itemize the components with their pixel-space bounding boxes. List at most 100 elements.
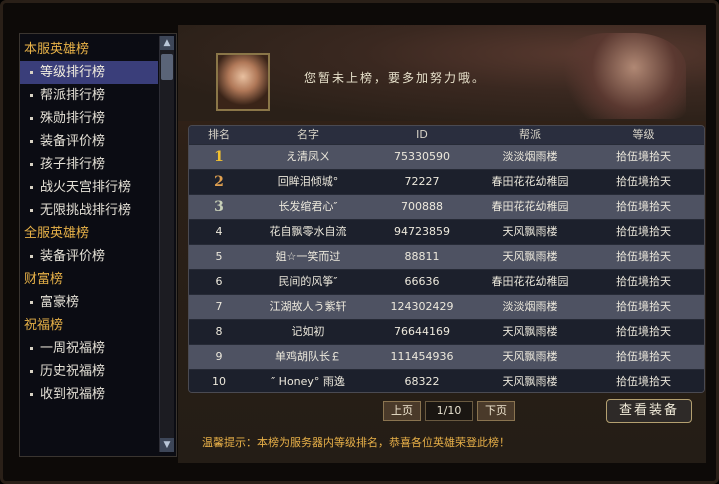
level-cell: 拾伍境拾天 xyxy=(616,375,671,388)
table-row[interactable]: 4 花自飘零水自流 94723859 天风飘雨楼 拾伍境拾天 xyxy=(189,219,704,244)
rank-medal-icon: 3 xyxy=(214,199,224,215)
rank-cell: 5 xyxy=(215,250,223,263)
ranking-panel: 您暂未上榜，要多加努力哦。 排名 名字 ID 帮派 等级 1 え清凤ㄨ 753305… xyxy=(178,25,706,463)
sidebar-item-label: 历史祝福榜 xyxy=(40,364,106,379)
name-cell: 记如初 xyxy=(291,325,325,338)
sidebar-item-label: 收到祝福榜 xyxy=(40,387,106,402)
level-cell: 拾伍境拾天 xyxy=(616,300,671,313)
name-cell: 江湖故人う紫轩 xyxy=(269,300,347,313)
sidebar-item[interactable]: 装备评价榜 xyxy=(20,130,158,153)
bullet-icon xyxy=(30,393,33,396)
guild-cell: 淡淡烟雨楼 xyxy=(502,150,558,163)
table-row[interactable]: 8 记如初 76644169 天风飘雨楼 拾伍境拾天 xyxy=(189,319,704,344)
view-equipment-button[interactable]: 查看装备 xyxy=(606,399,692,423)
bullet-icon xyxy=(30,186,33,189)
bullet-icon xyxy=(30,140,33,143)
sidebar-item[interactable]: 富豪榜 xyxy=(20,291,158,314)
page-indicator: 1/10 xyxy=(425,401,473,421)
name-cell: 姐☆一笑而过 xyxy=(275,250,341,263)
guild-cell: 天风飘雨楼 xyxy=(502,250,558,263)
rank-medal-icon: 1 xyxy=(214,149,224,165)
name-cell: ″ Honey° 雨逸 xyxy=(271,375,345,388)
sidebar-item-label: 殊勋排行榜 xyxy=(40,111,106,126)
bullet-icon xyxy=(30,301,33,304)
header-level[interactable]: 等级 xyxy=(583,126,704,144)
rank-notice: 您暂未上榜，要多加努力哦。 xyxy=(304,71,487,85)
name-cell: 回眸泪倾城° xyxy=(277,175,339,188)
sidebar-item[interactable]: 装备评价榜 xyxy=(20,245,158,268)
id-cell: 88811 xyxy=(404,250,440,263)
guild-cell: 春田花花幼稚园 xyxy=(491,200,569,213)
rank-cell: 8 xyxy=(215,325,223,338)
sidebar-item[interactable]: 孩子排行榜 xyxy=(20,153,158,176)
sidebar-item[interactable]: 等级排行榜 xyxy=(20,61,158,84)
table-row[interactable]: 7 江湖故人う紫轩 124302429 淡淡烟雨楼 拾伍境拾天 xyxy=(189,294,704,319)
guild-cell: 春田花花幼稚园 xyxy=(491,275,569,288)
sidebar-item-label: 孩子排行榜 xyxy=(40,157,106,172)
pager: 上页 1/10 下页 xyxy=(383,401,515,421)
sidebar-category[interactable]: 祝福榜 xyxy=(20,314,158,337)
id-cell: 76644169 xyxy=(394,325,450,338)
sidebar-category[interactable]: 本服英雄榜 xyxy=(20,38,158,61)
player-avatar xyxy=(216,53,270,111)
rank-cell: 10 xyxy=(212,375,226,388)
category-sidebar: 本服英雄榜 等级排行榜 帮派排行榜 殊勋排行榜 装备评价榜 孩子排行榜 战火天宫排行榜 无限挑… xyxy=(19,33,177,457)
rank-cell: 9 xyxy=(215,350,223,363)
next-page-button[interactable]: 下页 xyxy=(477,401,515,421)
header-rank[interactable]: 排名 xyxy=(189,126,249,144)
guild-cell: 天风飘雨楼 xyxy=(502,375,558,388)
table-row[interactable]: 5 姐☆一笑而过 88811 天风飘雨楼 拾伍境拾天 xyxy=(189,244,704,269)
table-row[interactable]: 6 民间的风筝″ 66636 春田花花幼稚园 拾伍境拾天 xyxy=(189,269,704,294)
sidebar-scrollbar[interactable]: ▲ ▼ xyxy=(159,36,174,452)
id-cell: 72227 xyxy=(404,175,440,188)
sidebar-item[interactable]: 一周祝福榜 xyxy=(20,337,158,360)
name-cell: え清凤ㄨ xyxy=(286,150,330,163)
header-id[interactable]: ID xyxy=(367,126,477,144)
banner: 您暂未上榜，要多加努力哦。 xyxy=(178,25,706,121)
id-cell: 111454936 xyxy=(390,350,454,363)
level-cell: 拾伍境拾天 xyxy=(616,200,671,213)
level-cell: 拾伍境拾天 xyxy=(616,250,671,263)
table-row[interactable]: 3 长发绾君心″ 700888 春田花花幼稚园 拾伍境拾天 xyxy=(189,194,704,219)
table-row[interactable]: 9 单鸡胡队长￡ 111454936 天风飘雨楼 拾伍境拾天 xyxy=(189,344,704,369)
level-cell: 拾伍境拾天 xyxy=(616,350,671,363)
scroll-thumb[interactable] xyxy=(161,54,173,80)
bullet-icon xyxy=(30,71,33,74)
sidebar-category[interactable]: 财富榜 xyxy=(20,268,158,291)
sidebar-item[interactable]: 收到祝福榜 xyxy=(20,383,158,406)
table-header: 排名 名字 ID 帮派 等级 xyxy=(189,126,704,144)
table-row[interactable]: 10 ″ Honey° 雨逸 68322 天风飘雨楼 拾伍境拾天 xyxy=(189,369,704,392)
sidebar-item-label: 等级排行榜 xyxy=(40,65,106,80)
level-cell: 拾伍境拾天 xyxy=(616,225,671,238)
id-cell: 66636 xyxy=(404,275,440,288)
sidebar-item[interactable]: 帮派排行榜 xyxy=(20,84,158,107)
header-guild[interactable]: 帮派 xyxy=(477,126,583,144)
sidebar-item-label: 一周祝福榜 xyxy=(40,341,106,356)
id-cell: 68322 xyxy=(404,375,440,388)
level-cell: 拾伍境拾天 xyxy=(616,275,671,288)
scroll-down-icon[interactable]: ▼ xyxy=(160,438,174,452)
table-row[interactable]: 2 回眸泪倾城° 72227 春田花花幼稚园 拾伍境拾天 xyxy=(189,169,704,194)
id-cell: 94723859 xyxy=(394,225,450,238)
sidebar-item-label: 帮派排行榜 xyxy=(40,88,106,103)
table-row[interactable]: 1 え清凤ㄨ 75330590 淡淡烟雨楼 拾伍境拾天 xyxy=(189,144,704,169)
prev-page-button[interactable]: 上页 xyxy=(383,401,421,421)
id-cell: 124302429 xyxy=(390,300,454,313)
bullet-icon xyxy=(30,347,33,350)
guild-cell: 天风飘雨楼 xyxy=(502,325,558,338)
hero-artwork xyxy=(556,33,686,119)
id-cell: 75330590 xyxy=(394,150,450,163)
header-name[interactable]: 名字 xyxy=(249,126,367,144)
scroll-up-icon[interactable]: ▲ xyxy=(160,36,174,50)
sidebar-item[interactable]: 无限挑战排行榜 xyxy=(20,199,158,222)
rank-medal-icon: 2 xyxy=(214,174,224,190)
sidebar-category[interactable]: 全服英雄榜 xyxy=(20,222,158,245)
guild-cell: 天风飘雨楼 xyxy=(502,225,558,238)
id-cell: 700888 xyxy=(401,200,443,213)
name-cell: 单鸡胡队长￡ xyxy=(275,350,341,363)
sidebar-item[interactable]: 殊勋排行榜 xyxy=(20,107,158,130)
sidebar-item[interactable]: 历史祝福榜 xyxy=(20,360,158,383)
sidebar-item[interactable]: 战火天宫排行榜 xyxy=(20,176,158,199)
guild-cell: 淡淡烟雨楼 xyxy=(502,300,558,313)
tip-text: 温馨提示：本榜为服务器内等级排名，恭喜各位英雄荣登此榜！ xyxy=(202,436,510,449)
